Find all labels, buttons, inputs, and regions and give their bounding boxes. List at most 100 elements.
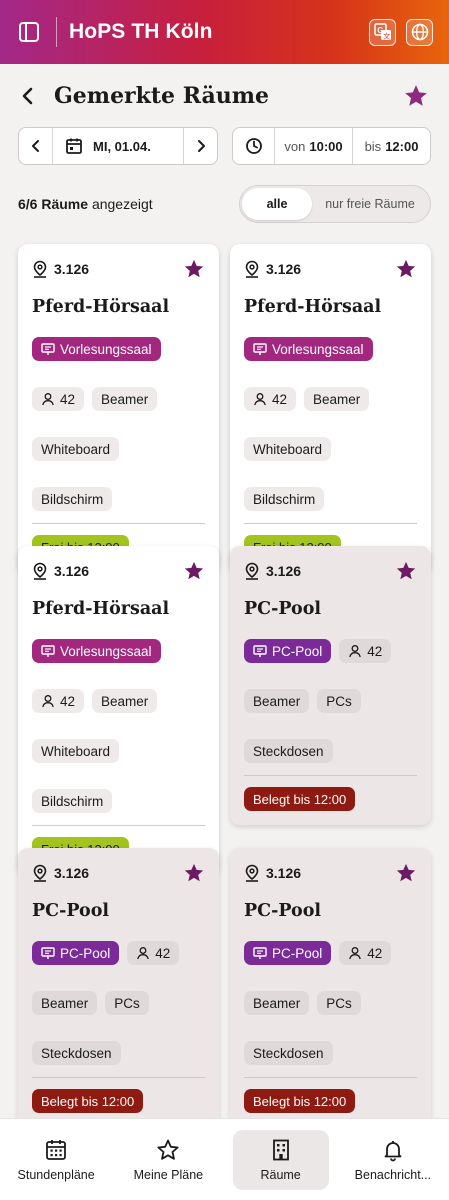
next-day-button[interactable] <box>184 128 217 164</box>
nav-item-stundenplaene[interactable]: Stundenpläne <box>8 1130 104 1190</box>
globe-icon[interactable] <box>406 18 433 46</box>
page-header: Gemerkte Räume <box>18 76 431 116</box>
room-name: Pferd-Hörsaal <box>244 297 382 317</box>
svg-text:文: 文 <box>383 31 390 40</box>
room-card[interactable]: 3.126 Pferd-Hörsaal Vorlesungssaal 42 Beamer… <box>18 244 219 573</box>
person-icon <box>348 946 362 960</box>
room-type-badge: Vorlesungssaal <box>244 337 373 361</box>
room-name: PC-Pool <box>32 901 110 921</box>
room-card-header: 3.126 <box>244 258 417 280</box>
availability-status: Belegt bis 12:00 <box>244 787 356 811</box>
feature-tag: Steckdosen <box>244 1041 333 1065</box>
person-icon <box>41 694 55 708</box>
room-type-label: Vorlesungssaal <box>60 341 152 357</box>
filter-free-only-option[interactable]: nur freie Räume <box>312 188 428 220</box>
calendar-icon <box>66 138 82 154</box>
capacity-badge: 42 <box>244 387 297 411</box>
favorite-star-icon[interactable] <box>183 258 205 280</box>
star-outline-icon <box>157 1139 179 1160</box>
date-picker: MI, 01.04. <box>18 127 218 165</box>
feature-tag: PCs <box>317 991 361 1015</box>
room-number: 3.126 <box>54 563 90 579</box>
filter-controls: MI, 01.04. von 10:00 bis 12:00 <box>18 127 431 165</box>
favorite-star-icon[interactable] <box>401 81 431 111</box>
feature-tag: Beamer <box>92 689 158 713</box>
nav-item-benachrichtigungen[interactable]: Benachricht... <box>345 1130 441 1190</box>
app-title: HoPS TH Köln <box>69 20 213 43</box>
room-tags: PC-Pool 42 Beamer PCs Steckdosen <box>244 941 417 1065</box>
capacity-badge: 42 <box>32 387 85 411</box>
feature-tag: Steckdosen <box>244 739 333 763</box>
person-icon <box>348 644 362 658</box>
nav-item-meine-plaene[interactable]: Meine Pläne <box>120 1130 216 1190</box>
room-card-header: 3.126 <box>32 560 205 582</box>
nav-label: Stundenpläne <box>17 1167 95 1182</box>
feature-tag: Beamer <box>32 991 98 1015</box>
room-card[interactable]: 3.126 PC-Pool PC-Pool 42 Beamer PCs Steckdosen… <box>230 546 431 825</box>
appbar-divider <box>56 17 57 47</box>
capacity-badge: 42 <box>339 639 392 663</box>
nav-label: Meine Pläne <box>133 1167 204 1182</box>
feature-tag: Beamer <box>244 991 310 1015</box>
room-number: 3.126 <box>54 865 90 881</box>
bell-icon <box>384 1140 402 1161</box>
room-type-badge: Vorlesungssaal <box>32 639 161 663</box>
availability-status: Belegt bis 12:00 <box>244 1089 356 1113</box>
card-divider <box>244 523 417 524</box>
room-number: 3.126 <box>266 261 302 277</box>
sidebar-toggle-icon[interactable] <box>16 19 42 45</box>
feature-tag: Bildschirm <box>244 487 325 511</box>
start-time-value: 10:00 <box>309 138 343 154</box>
room-type-badge: PC-Pool <box>32 941 120 965</box>
room-card[interactable]: 3.126 PC-Pool PC-Pool 42 Beamer PCs Steckdosen… <box>230 848 431 1127</box>
room-count: 6/6 Räume angezeigt <box>18 196 153 212</box>
room-card[interactable]: 3.126 PC-Pool PC-Pool 42 Beamer PCs Steckdosen… <box>18 848 219 1127</box>
favorite-star-icon[interactable] <box>395 862 417 884</box>
room-type-label: Vorlesungssaal <box>272 341 364 357</box>
room-tags: Vorlesungssaal 42 Beamer Whiteboard Bildschi… <box>244 337 417 511</box>
feature-tag: Bildschirm <box>32 487 113 511</box>
results-summary: 6/6 Räume angezeigt alle nur freie Räume <box>18 184 431 224</box>
screen-icon <box>41 342 55 356</box>
previous-day-button[interactable] <box>19 128 52 164</box>
room-tags: PC-Pool 42 Beamer PCs Steckdosen <box>244 639 417 763</box>
location-pin-icon <box>244 260 260 278</box>
end-time-field[interactable]: bis 12:00 <box>353 128 430 164</box>
favorite-star-icon[interactable] <box>183 862 205 884</box>
filter-all-option[interactable]: alle <box>242 188 312 220</box>
start-time-field[interactable]: von 10:00 <box>275 128 353 164</box>
screen-icon <box>41 644 55 658</box>
translate-icon[interactable]: G文 <box>369 18 396 46</box>
capacity-badge: 42 <box>32 689 85 713</box>
feature-tag: Beamer <box>92 387 158 411</box>
person-icon <box>41 392 55 406</box>
favorite-star-icon[interactable] <box>395 258 417 280</box>
feature-tag: Bildschirm <box>32 789 113 813</box>
location-pin-icon <box>32 260 48 278</box>
nav-item-raeume[interactable]: Räume <box>232 1129 329 1190</box>
room-type-label: PC-Pool <box>272 945 323 961</box>
room-tags: PC-Pool 42 Beamer PCs Steckdosen <box>32 941 205 1065</box>
capacity-value: 42 <box>367 945 383 961</box>
screen-icon <box>253 644 267 658</box>
availability-filter-toggle: alle nur freie Räume <box>239 185 431 223</box>
favorite-star-icon[interactable] <box>395 560 417 582</box>
bottom-navigation: Stundenpläne Meine Pläne Räume Benachric… <box>0 1118 449 1200</box>
back-arrow-icon[interactable] <box>18 82 46 110</box>
screen-icon <box>253 342 267 356</box>
capacity-badge: 42 <box>127 941 180 965</box>
favorite-star-icon[interactable] <box>183 560 205 582</box>
room-type-label: PC-Pool <box>60 945 111 961</box>
date-field[interactable]: MI, 01.04. <box>52 128 184 164</box>
feature-tag: Beamer <box>244 689 310 713</box>
card-divider <box>32 523 205 524</box>
room-card[interactable]: 3.126 Pferd-Hörsaal Vorlesungssaal 42 Beamer… <box>18 546 219 875</box>
card-divider <box>244 775 417 776</box>
capacity-value: 42 <box>60 693 76 709</box>
capacity-value: 42 <box>272 391 288 407</box>
building-icon <box>272 1139 289 1160</box>
room-tags: Vorlesungssaal 42 Beamer Whiteboard Bildschi… <box>32 639 205 813</box>
room-card[interactable]: 3.126 Pferd-Hörsaal Vorlesungssaal 42 Beamer… <box>230 244 431 573</box>
time-range-picker: von 10:00 bis 12:00 <box>232 127 431 165</box>
screen-icon <box>253 946 267 960</box>
